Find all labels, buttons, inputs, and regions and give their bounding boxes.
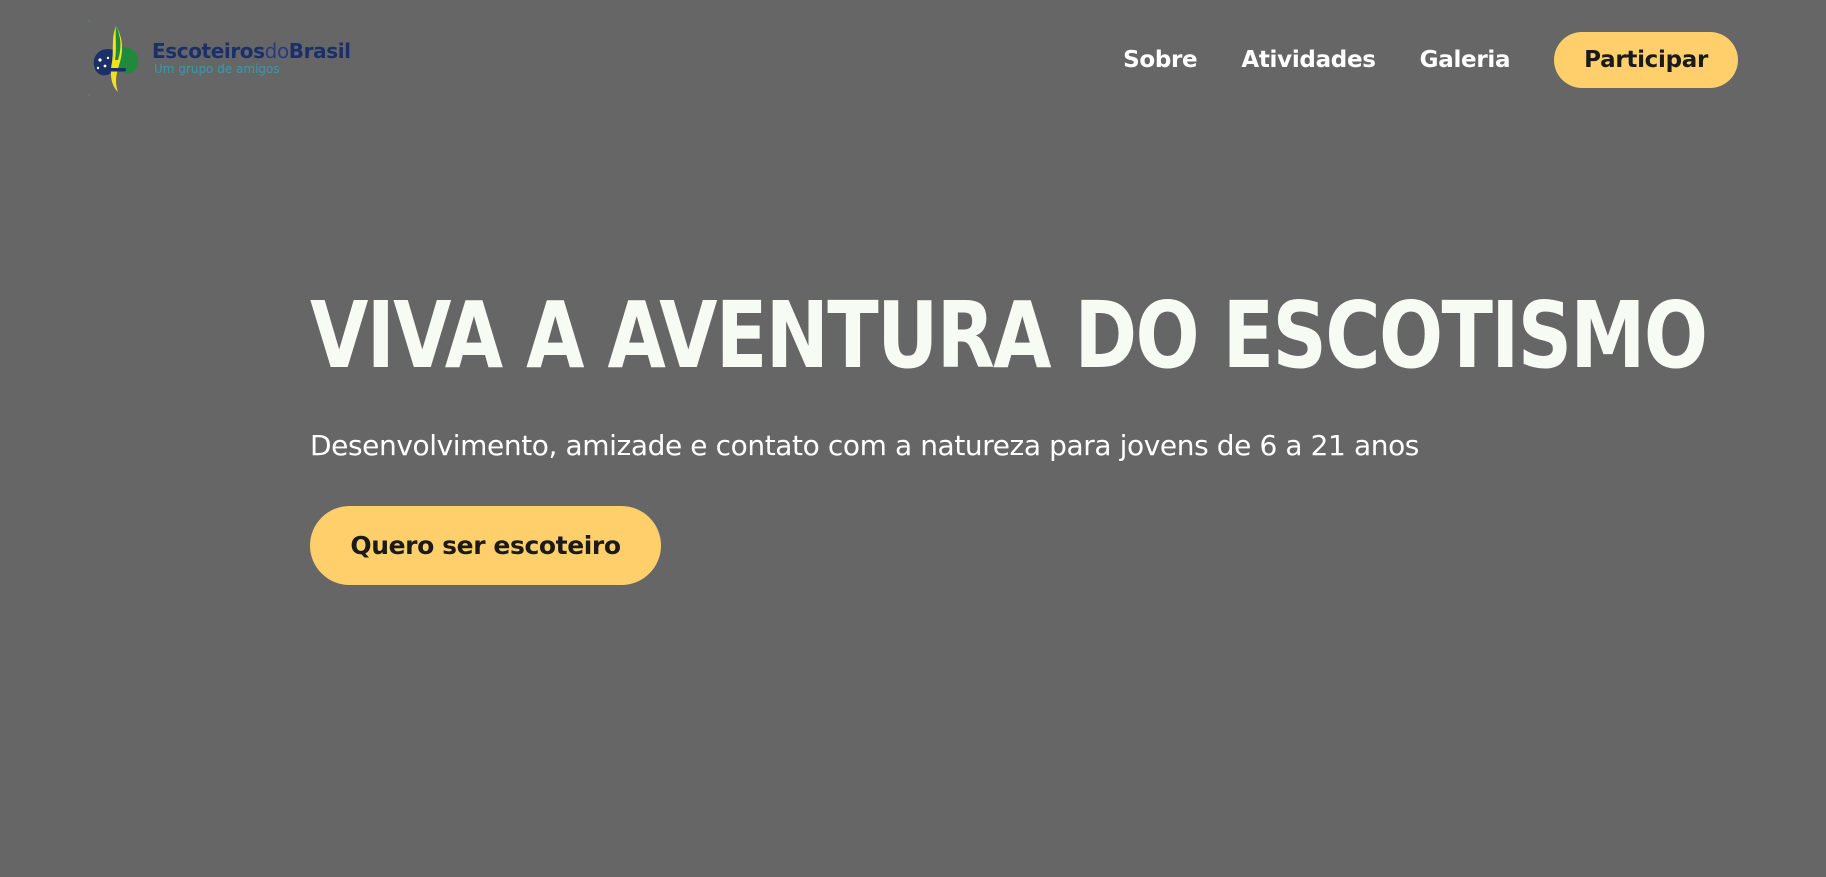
- hero-subtitle: Desenvolvimento, amizade e contato com a…: [310, 429, 1419, 462]
- page: EscoteirosdoBrasil Um grupo de amigos So…: [0, 0, 1826, 877]
- hero-section: VIVA A AVENTURA DO ESCOTISMO Desenvolvim…: [310, 282, 1708, 585]
- logo-brand: EscoteirosdoBrasil: [152, 41, 351, 61]
- site-logo[interactable]: EscoteirosdoBrasil Um grupo de amigos: [84, 18, 364, 98]
- fleur-de-lis-icon: [87, 19, 139, 97]
- hero-title: VIVA A AVENTURA DO ESCOTISMO: [310, 282, 1708, 389]
- logo-text: EscoteirosdoBrasil Um grupo de amigos: [152, 41, 351, 75]
- logo-brand-part2: do: [264, 39, 290, 63]
- nav-link-galeria[interactable]: Galeria: [1420, 47, 1511, 73]
- quero-ser-escoteiro-button[interactable]: Quero ser escoteiro: [310, 506, 661, 585]
- main-nav: Sobre Atividades Galeria Participar: [1123, 32, 1738, 88]
- logo-brand-part1: Escoteiros: [152, 39, 265, 63]
- logo-brand-part3: Brasil: [288, 39, 351, 63]
- nav-link-sobre[interactable]: Sobre: [1123, 47, 1198, 73]
- nav-link-atividades[interactable]: Atividades: [1241, 47, 1376, 73]
- participar-button[interactable]: Participar: [1554, 32, 1738, 88]
- logo-tagline: Um grupo de amigos: [154, 62, 280, 76]
